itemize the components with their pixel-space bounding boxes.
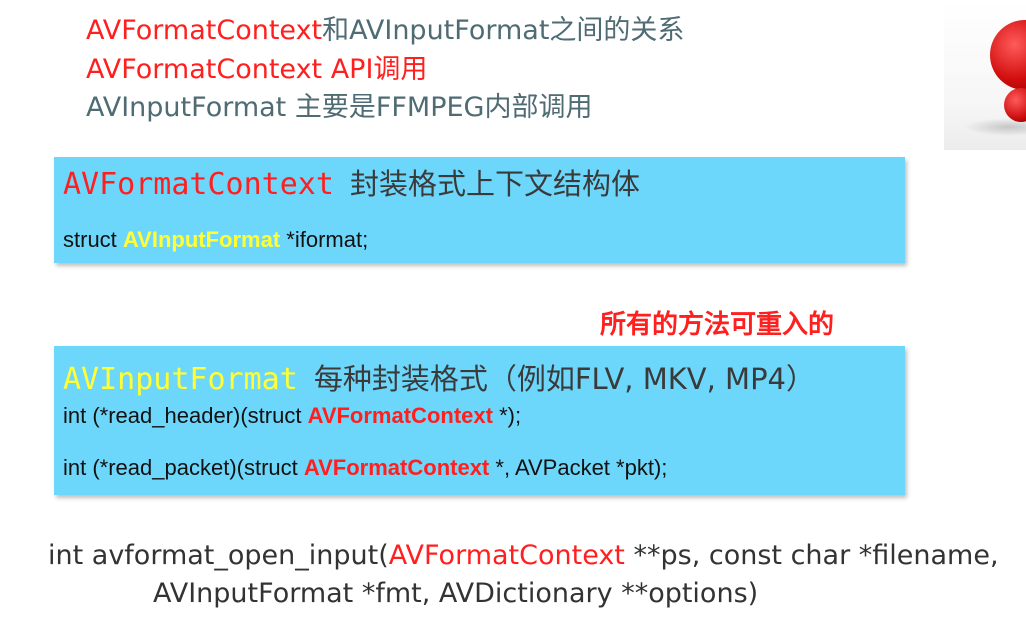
box2-code-line-2: int (*read_packet)(struct AVFormatContex… [63,455,667,481]
box1-title-code: AVFormatContext [63,167,334,202]
box2-title-code: AVInputFormat [63,362,298,397]
box2-line1-highlight: AVFormatContext [307,403,493,428]
reentrant-note: 所有的方法可重入的 [600,310,835,340]
bullet-3-rest: AVInputFormat 主要是FFMPEG内部调用 [86,92,593,123]
box2-line2-highlight: AVFormatContext [303,455,490,480]
bullet-line-2: AVFormatContext API调用 [86,51,684,90]
box2-line1-pre: int (*read_header)(struct [63,403,308,428]
bullet-1-rest: 和AVInputFormat之间的关系 [322,15,685,46]
box2-title-description: 每种封装格式（例如FLV, MKV, MP4） [313,362,816,396]
box1-title: AVFormatContext 封装格式上下文结构体 [63,161,640,203]
box1-line1-highlight: AVInputFormat [122,227,281,252]
function-signature-line-2: AVInputFormat *fmt, AVDictionary **optio… [153,578,759,609]
box1-title-description: 封装格式上下文结构体 [349,167,640,201]
box2-line1-post: *); [492,403,522,428]
avformatcontext-box: AVFormatContext 封装格式上下文结构体 struct AVInput… [54,157,905,263]
bullet-line-1: AVFormatContext和AVInputFormat之间的关系 [86,12,684,51]
bullet-1-red: AVFormatContext [86,15,323,46]
red-ball-shape-small [1004,88,1026,122]
sig-line1-post: **ps, const char *filename, [624,540,999,571]
sig-line1-red: AVFormatContext [388,540,625,571]
red-ball-shape [990,20,1026,90]
box2-title: AVInputFormat 每种封装格式（例如FLV, MKV, MP4） [63,356,815,398]
sig-line1-pre: int avformat_open_input( [48,540,389,571]
decorative-figure-image [944,0,1026,150]
bullet-list: AVFormatContext和AVInputFormat之间的关系 AVFor… [86,12,684,128]
shadow-shape [964,118,1026,136]
box1-line1-pre: struct [63,227,123,252]
box1-code-line: struct AVInputFormat *iformat; [63,227,368,253]
bullet-2-red: AVFormatContext API调用 [86,53,428,85]
box2-line2-pre: int (*read_packet)(struct [63,455,304,480]
avinputformat-box: AVInputFormat 每种封装格式（例如FLV, MKV, MP4） int… [54,346,905,495]
box1-line1-post: *iformat; [280,227,369,252]
bullet-line-3: AVInputFormat 主要是FFMPEG内部调用 [86,89,684,128]
box2-code-line-1: int (*read_header)(struct AVFormatContex… [63,403,521,429]
box2-line2-post: *, AVPacket *pkt); [489,455,668,480]
function-signature-line-1: int avformat_open_input(AVFormatContext … [48,540,999,571]
